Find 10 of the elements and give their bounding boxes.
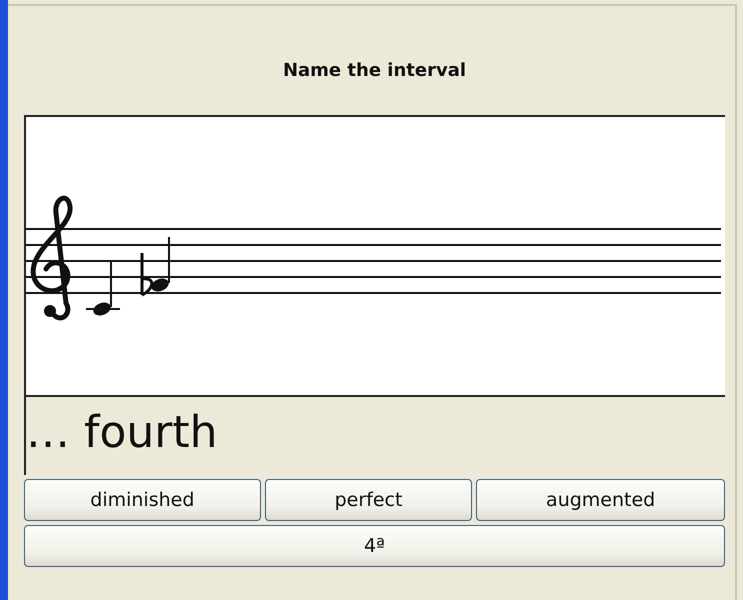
interval-quality-button[interactable]: perfect [264,479,472,521]
note-a-flat-icon [151,237,170,292]
interval-number-button[interactable]: 4ª [24,525,725,567]
flat-icon [140,253,154,296]
answer-text: … fourth [24,397,725,475]
prompt-title: Name the interval [282,60,466,81]
interval-quality-button[interactable]: augmented [476,479,725,521]
interval-quality-button[interactable]: diminished [24,479,261,521]
treble-clef-icon [30,196,72,320]
note-c-icon [86,261,120,316]
